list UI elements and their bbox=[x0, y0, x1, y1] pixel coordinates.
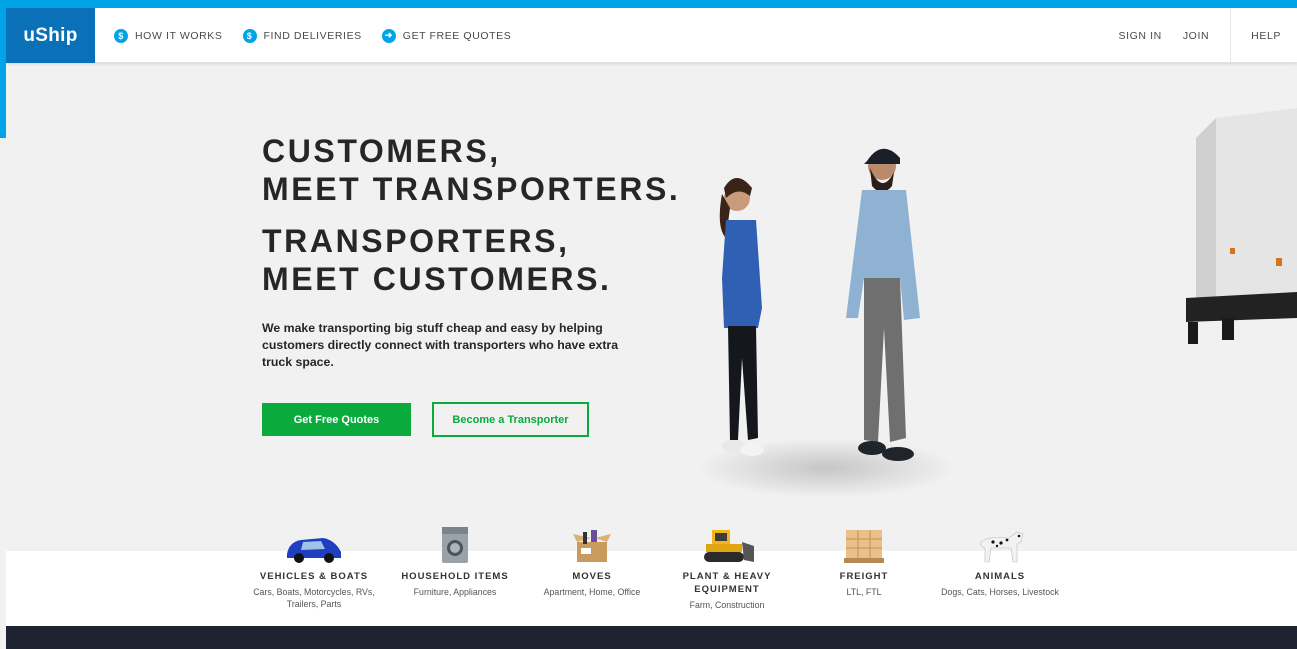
hero-line-2: MEET TRANSPORTERS. bbox=[262, 171, 681, 207]
category-animals[interactable]: ANIMALS Dogs, Cats, Horses, Livestock bbox=[930, 524, 1070, 599]
hero-line-4: MEET CUSTOMERS. bbox=[262, 261, 612, 297]
sign-in-link[interactable]: SIGN IN bbox=[1119, 30, 1162, 42]
category-title: MOVES bbox=[572, 571, 612, 582]
hero-headline-transporters: TRANSPORTERS, MEET CUSTOMERS. bbox=[262, 222, 612, 298]
hero-line-1: CUSTOMERS, bbox=[262, 133, 501, 169]
hero-line-3: TRANSPORTERS, bbox=[262, 223, 570, 259]
category-subtitle: Dogs, Cats, Horses, Livestock bbox=[941, 587, 1059, 597]
nav-get-free-quotes[interactable]: ➜ GET FREE QUOTES bbox=[381, 28, 512, 43]
dollar-badge-icon: $ bbox=[114, 28, 128, 43]
category-subtitle: Furniture, Appliances bbox=[413, 587, 497, 597]
hero-headline-customers: CUSTOMERS, MEET TRANSPORTERS. bbox=[262, 132, 680, 208]
category-title: VEHICLES & BOATS bbox=[259, 571, 369, 582]
page: uShip $ HOW IT WORKS $ FIND DELIVERIES ➜… bbox=[6, 8, 1297, 649]
category-moves[interactable]: MOVES Apartment, Home, Office bbox=[522, 524, 662, 599]
category-subtitle: Cars, Boats, Motorcycles, RVs, Trailers,… bbox=[253, 587, 375, 609]
top-header: uShip $ HOW IT WORKS $ FIND DELIVERIES ➜… bbox=[6, 8, 1297, 63]
pallet-icon bbox=[844, 530, 884, 563]
account-nav: SIGN IN JOIN HELP bbox=[1119, 8, 1297, 63]
category-freight[interactable]: FREIGHT LTL, FTL bbox=[794, 524, 934, 599]
hero-description: We make transporting big stuff cheap and… bbox=[262, 321, 619, 369]
join-link[interactable]: JOIN bbox=[1183, 30, 1209, 42]
washing-machine-icon bbox=[442, 527, 468, 563]
category-subtitle: Apartment, Home, Office bbox=[543, 587, 641, 597]
category-title: FREIGHT bbox=[839, 571, 889, 582]
truck-illustration bbox=[1186, 108, 1297, 344]
location-pin-icon: $ bbox=[242, 28, 257, 43]
nav-how-it-works[interactable]: $ HOW IT WORKS bbox=[114, 28, 223, 43]
nav-find-deliveries-label: FIND DELIVERIES bbox=[263, 29, 362, 42]
customer-transporter-illustration bbox=[696, 148, 956, 498]
dalmatian-icon bbox=[980, 531, 1024, 563]
bulldozer-icon bbox=[704, 530, 754, 562]
category-subtitle: Farm, Construction bbox=[689, 600, 765, 610]
uship-logo[interactable]: uShip bbox=[6, 8, 95, 63]
become-transporter-button[interactable]: Become a Transporter bbox=[432, 402, 589, 437]
nav-how-it-works-label: HOW IT WORKS bbox=[135, 29, 223, 42]
get-free-quotes-button[interactable]: Get Free Quotes bbox=[262, 403, 411, 436]
shipment-categories: VEHICLES & BOATS Cars, Boats, Motorcycle… bbox=[236, 524, 1059, 624]
category-vehicles-boats[interactable]: VEHICLES & BOATS Cars, Boats, Motorcycle… bbox=[244, 524, 384, 610]
car-icon bbox=[287, 538, 341, 563]
category-subtitle: LTL, FTL bbox=[846, 587, 882, 597]
moving-box-icon bbox=[573, 530, 611, 562]
category-plant-heavy-equipment[interactable]: PLANT & HEAVY EQUIPMENT Farm, Constructi… bbox=[657, 524, 797, 612]
category-title: HOUSEHOLD ITEMS bbox=[401, 571, 509, 582]
category-title: ANIMALS bbox=[974, 571, 1026, 582]
nav-get-free-quotes-label: GET FREE QUOTES bbox=[402, 29, 512, 42]
arrow-right-circle-icon: ➜ bbox=[381, 28, 396, 43]
category-title: PLANT & HEAVY EQUIPMENT bbox=[682, 571, 772, 595]
help-link[interactable]: HELP bbox=[1230, 8, 1297, 63]
nav-find-deliveries[interactable]: $ FIND DELIVERIES bbox=[242, 28, 362, 43]
main-nav: $ HOW IT WORKS $ FIND DELIVERIES ➜ GET F… bbox=[114, 8, 531, 63]
category-household-items[interactable]: HOUSEHOLD ITEMS Furniture, Appliances bbox=[385, 524, 525, 599]
footer-bar bbox=[6, 626, 1297, 649]
